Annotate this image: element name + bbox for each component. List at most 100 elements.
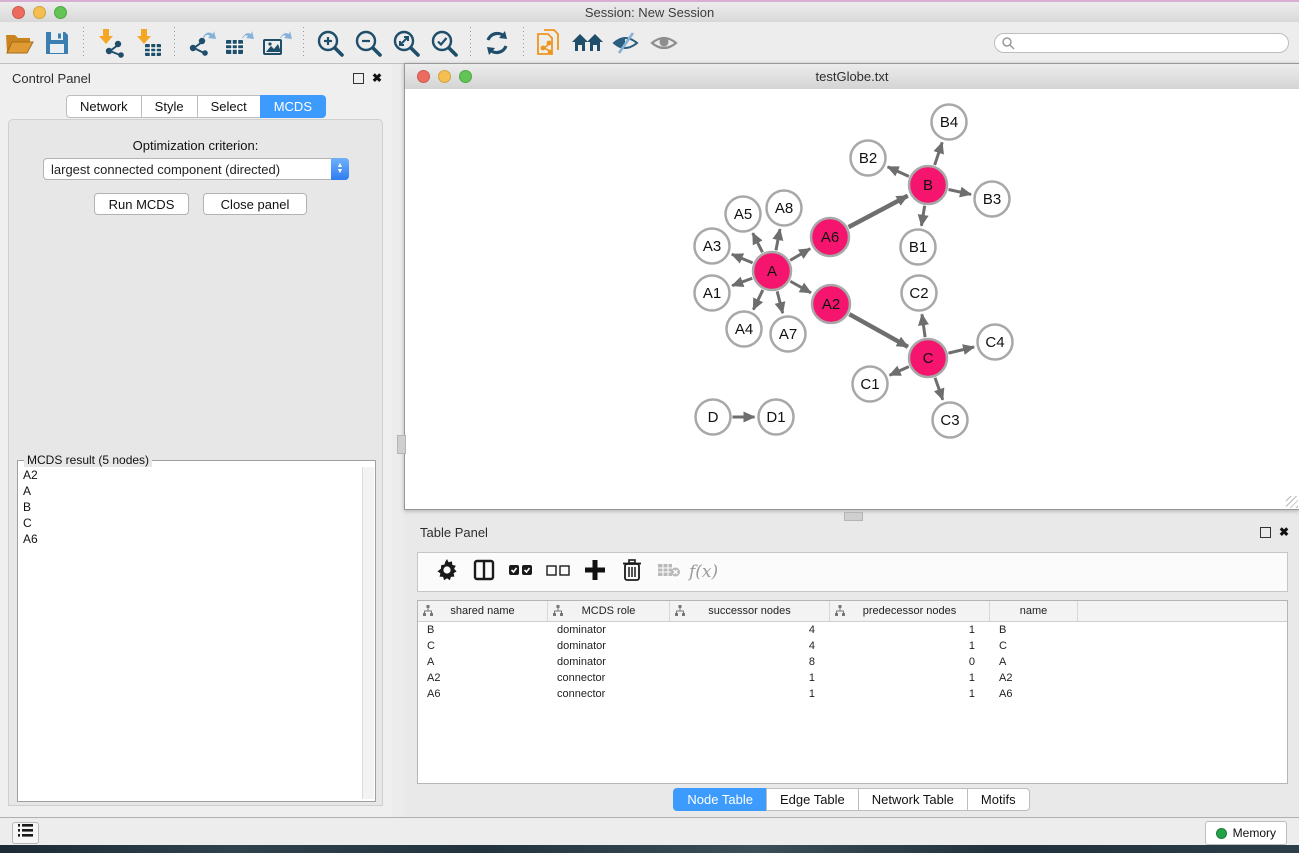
export-network-button[interactable]	[182, 25, 220, 61]
column-header-successor-nodes[interactable]: successor nodes	[670, 601, 830, 621]
graph-edge-B-B4[interactable]	[935, 142, 943, 165]
zoom-selected-button[interactable]	[425, 25, 463, 61]
result-scrollbar[interactable]	[362, 467, 374, 799]
export-image-button[interactable]	[258, 25, 296, 61]
tab-edge-table[interactable]: Edge Table	[766, 788, 859, 811]
graph-node-A4[interactable]: A4	[727, 312, 762, 347]
table-row[interactable]: A6connector11A6	[418, 686, 1287, 702]
criterion-dropdown[interactable]: largest connected component (directed) ▲…	[43, 158, 349, 180]
graph-node-B4[interactable]: B4	[932, 105, 967, 140]
graph-edge-A-A4[interactable]	[753, 290, 763, 310]
graph-node-D[interactable]: D	[696, 400, 731, 435]
graph-edge-A-A8[interactable]	[776, 229, 780, 250]
graph-node-B2[interactable]: B2	[851, 141, 886, 176]
result-item[interactable]: A	[20, 483, 361, 499]
graph-node-B[interactable]: B	[909, 166, 947, 204]
table-row[interactable]: Bdominator41B	[418, 622, 1287, 638]
graph-node-A2[interactable]: A2	[812, 285, 850, 323]
resize-grip[interactable]	[1286, 496, 1298, 508]
close-table-panel-icon[interactable]: ✖	[1279, 526, 1289, 538]
graph-node-A8[interactable]: A8	[767, 191, 802, 226]
save-session-button[interactable]	[38, 25, 76, 61]
table-settings-button[interactable]	[428, 555, 465, 589]
result-item[interactable]: B	[20, 499, 361, 515]
graph-node-A3[interactable]: A3	[695, 229, 730, 264]
graph-node-A7[interactable]: A7	[771, 317, 806, 352]
graph-edge-A-A3[interactable]	[732, 254, 753, 263]
column-visibility-button[interactable]	[465, 555, 502, 589]
graph-edge-A6-B[interactable]	[849, 196, 908, 227]
search-input[interactable]	[994, 33, 1289, 53]
table-row[interactable]: Adominator80A	[418, 654, 1287, 670]
tab-style[interactable]: Style	[141, 95, 198, 118]
tab-network[interactable]: Network	[66, 95, 142, 118]
tab-network-table[interactable]: Network Table	[858, 788, 968, 811]
graph-node-A[interactable]: A	[753, 252, 791, 290]
graph-node-D1[interactable]: D1	[759, 400, 794, 435]
graph-node-C1[interactable]: C1	[853, 367, 888, 402]
graph-node-A5[interactable]: A5	[726, 197, 761, 232]
graph-node-C4[interactable]: C4	[978, 325, 1013, 360]
delete-row-button[interactable]	[613, 555, 650, 589]
network-from-document-button[interactable]	[531, 25, 569, 61]
zoom-in-button[interactable]	[311, 25, 349, 61]
list-icon	[18, 824, 33, 842]
graph-edge-A-A2[interactable]	[790, 281, 811, 293]
column-header-shared-name[interactable]: shared name	[418, 601, 548, 621]
graph-edge-C-C1[interactable]	[890, 367, 909, 376]
result-item[interactable]: A2	[20, 467, 361, 483]
tab-node-table[interactable]: Node Table	[673, 788, 767, 811]
column-header-MCDS-role[interactable]: MCDS role	[548, 601, 670, 621]
tab-mcds[interactable]: MCDS	[260, 95, 326, 118]
graph-node-C2[interactable]: C2	[902, 276, 937, 311]
zoom-out-button[interactable]	[349, 25, 387, 61]
graph-edge-B-B2[interactable]	[888, 167, 909, 177]
result-item[interactable]: A6	[20, 531, 361, 547]
graph-edge-B-B3[interactable]	[949, 189, 971, 194]
table-row[interactable]: A2connector11A2	[418, 670, 1287, 686]
graph-node-C3[interactable]: C3	[933, 403, 968, 438]
table-cell: 1	[830, 624, 990, 636]
column-header-name[interactable]: name	[990, 601, 1078, 621]
import-network-button[interactable]	[91, 25, 129, 61]
close-panel-button[interactable]: Close panel	[203, 193, 307, 215]
graph-edge-A-A1[interactable]	[732, 278, 752, 285]
zoom-fit-button[interactable]	[387, 25, 425, 61]
graph-edge-A-A6[interactable]	[790, 249, 810, 261]
graph-edge-A-A5[interactable]	[753, 233, 763, 252]
import-table-button[interactable]	[129, 25, 167, 61]
memory-button[interactable]: Memory	[1205, 821, 1287, 845]
graph-edge-C-C3[interactable]	[935, 378, 943, 400]
run-mcds-button[interactable]: Run MCDS	[94, 193, 189, 215]
result-item[interactable]: C	[20, 515, 361, 531]
graph-edge-C-C2[interactable]	[922, 314, 925, 337]
table-row[interactable]: Cdominator41C	[418, 638, 1287, 654]
add-row-button[interactable]	[576, 555, 613, 589]
graph-edge-C-C4[interactable]	[948, 347, 974, 353]
graph-node-C[interactable]: C	[909, 339, 947, 377]
home-networks-button[interactable]	[569, 25, 607, 61]
graph-edge-A-A7[interactable]	[777, 291, 783, 313]
graph-node-B1[interactable]: B1	[901, 230, 936, 265]
export-table-button[interactable]	[220, 25, 258, 61]
hide-graphics-details-button[interactable]	[607, 25, 645, 61]
graph-node-B3[interactable]: B3	[975, 182, 1010, 217]
graph-node-A6[interactable]: A6	[811, 218, 849, 256]
select-all-button[interactable]	[502, 555, 539, 589]
vertical-splitter-handle[interactable]	[397, 435, 406, 454]
close-panel-icon[interactable]: ✖	[372, 72, 382, 84]
graph-edge-B-B1[interactable]	[921, 206, 924, 226]
network-canvas[interactable]: A A1 A2 A3 A4 A5 A6 A7 A8 B B1 B2 B3 B4 C C1 C2 C3 C4 D D1	[405, 89, 1299, 509]
float-panel-icon[interactable]	[353, 73, 364, 84]
show-graphics-details-button[interactable]	[645, 25, 683, 61]
graph-node-A1[interactable]: A1	[695, 276, 730, 311]
float-table-panel-icon[interactable]	[1260, 527, 1271, 538]
column-header-predecessor-nodes[interactable]: predecessor nodes	[830, 601, 990, 621]
open-session-button[interactable]	[0, 25, 38, 61]
task-history-button[interactable]	[12, 822, 39, 844]
tab-select[interactable]: Select	[197, 95, 261, 118]
refresh-network-button[interactable]	[478, 25, 516, 61]
graph-edge-A2-C[interactable]	[849, 314, 908, 347]
deselect-all-button[interactable]	[539, 555, 576, 589]
tab-motifs[interactable]: Motifs	[967, 788, 1030, 811]
